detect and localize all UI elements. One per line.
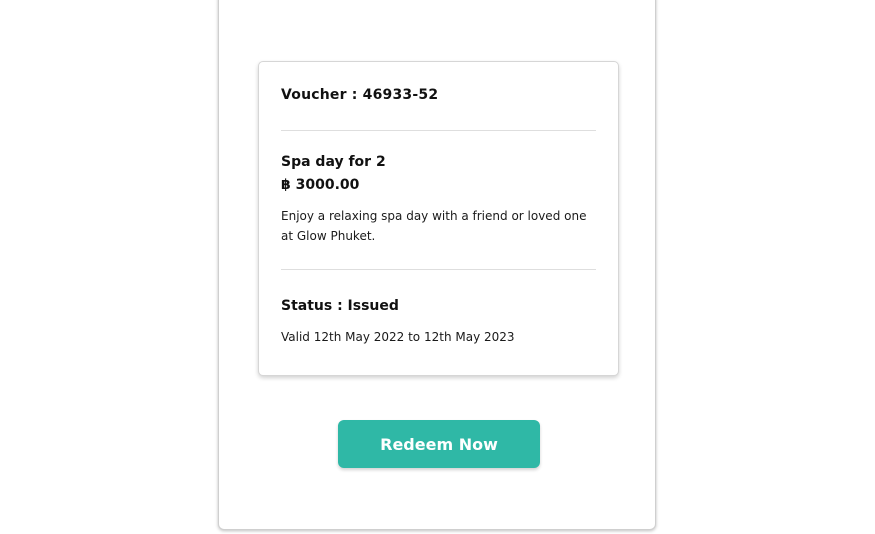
offer-title: Spa day for 2 — [281, 154, 386, 170]
voucher-card: Voucher : 46933-52 Spa day for 2 ฿ 3000.… — [258, 61, 619, 376]
validity-period: Valid 12th May 2022 to 12th May 2023 — [281, 330, 515, 344]
voucher-status: Status : Issued — [281, 298, 399, 314]
offer-description: Enjoy a relaxing spa day with a friend o… — [281, 209, 587, 243]
divider — [281, 130, 596, 131]
redeem-now-button[interactable]: Redeem Now — [338, 420, 540, 468]
voucher-number: Voucher : 46933-52 — [281, 87, 439, 103]
offer-price: ฿ 3000.00 — [281, 177, 360, 193]
divider — [281, 269, 596, 270]
